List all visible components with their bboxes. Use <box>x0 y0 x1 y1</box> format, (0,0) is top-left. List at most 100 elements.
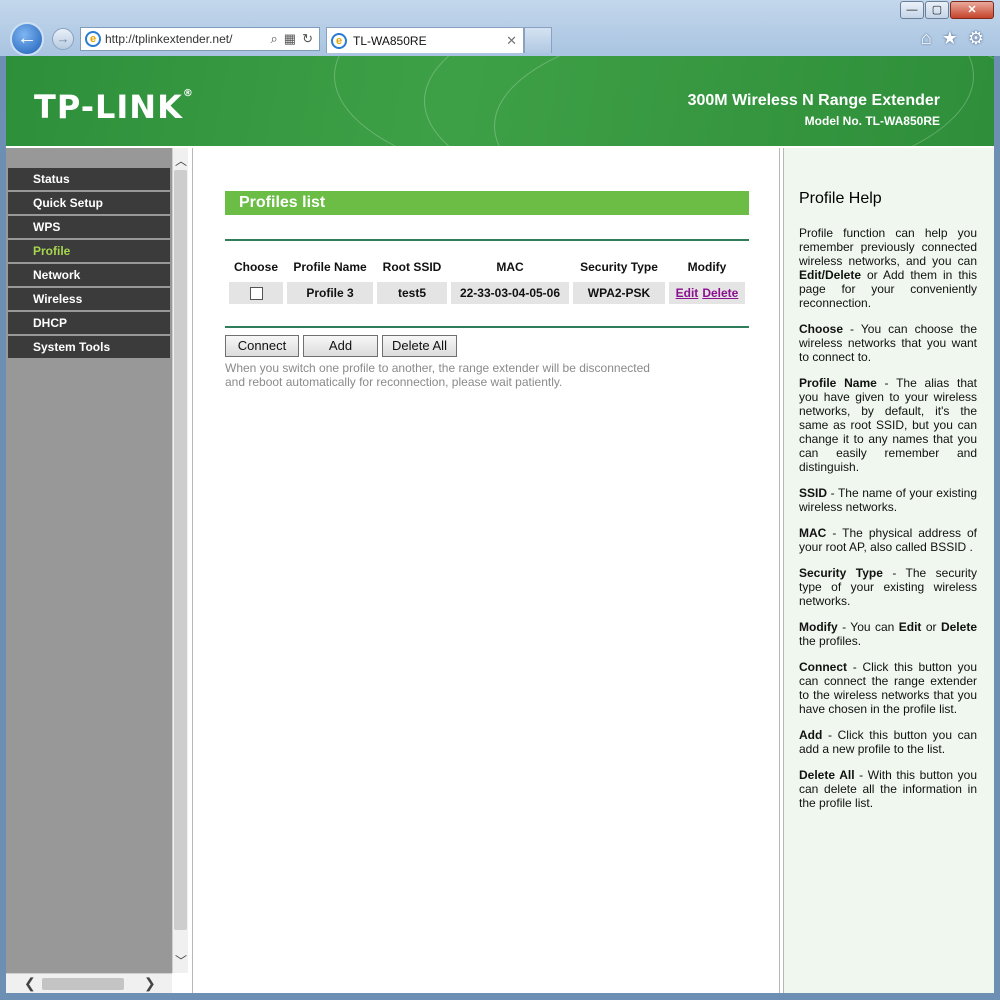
model-number: Model No. TL-WA850RE <box>804 114 940 128</box>
logo-text: TP-LINK <box>34 88 183 126</box>
choose-checkbox[interactable] <box>249 287 263 301</box>
help-text: - Click this button you can add a new pr… <box>799 728 977 756</box>
tab-close-icon[interactable]: ✕ <box>506 33 517 49</box>
sidebar-item-wireless[interactable]: Wireless <box>8 288 170 310</box>
table-row: Profile 3 test5 22-33-03-04-05-06 WPA2-P… <box>229 282 745 304</box>
connect-button[interactable]: Connect <box>225 335 299 357</box>
help-entry: Choose - You can choose the wireless net… <box>799 322 977 364</box>
help-entry: Connect - Click this button you can conn… <box>799 660 977 716</box>
help-term: Connect <box>799 660 847 674</box>
column-header: Profile Name <box>293 260 367 274</box>
window-controls: — ▢ ✕ <box>899 1 994 19</box>
help-title: Profile Help <box>799 190 882 207</box>
profiles-table: Choose Profile Name Root SSID MAC Securi… <box>225 252 749 308</box>
window-bottom-border <box>0 993 1000 1000</box>
back-button[interactable]: ← <box>10 22 44 56</box>
gear-icon[interactable]: ⚙ <box>968 28 984 49</box>
sidebar-item-quick-setup[interactable]: Quick Setup <box>8 192 170 214</box>
sidebar-item-system-tools[interactable]: System Tools <box>8 336 170 358</box>
column-header: Choose <box>233 260 278 274</box>
help-term: Profile Name <box>799 376 877 390</box>
delete-link[interactable]: Delete <box>702 286 738 300</box>
router-page: TP-LINK® 300M Wireless N Range Extender … <box>6 56 994 993</box>
sidebar-item-status[interactable]: Status <box>8 168 170 190</box>
new-tab-button[interactable] <box>524 27 552 53</box>
help-text: - The alias that you have given to your … <box>799 376 977 474</box>
help-term: MAC <box>799 526 827 540</box>
browser-tab[interactable]: e TL-WA850RE ✕ <box>326 27 524 53</box>
column-header: Root SSID <box>382 260 442 274</box>
chevron-right-icon[interactable]: ❯ <box>144 975 156 992</box>
favorites-star-icon[interactable]: ★ <box>942 28 958 49</box>
column-header: Modify <box>687 260 727 274</box>
arrow-right-icon: → <box>56 31 70 46</box>
help-panel: Profile Help Profile function can help y… <box>783 148 994 993</box>
ie-tab-icon: e <box>331 32 347 49</box>
column-header: Security Type <box>580 260 658 274</box>
sidebar-item-dhcp[interactable]: DHCP <box>8 312 170 334</box>
refresh-icon[interactable]: ↻ <box>302 31 313 47</box>
sidebar: Status Quick Setup WPS Profile Network W… <box>6 148 172 993</box>
maximize-button[interactable]: ▢ <box>925 1 949 19</box>
scrollbar-thumb[interactable] <box>42 978 124 990</box>
add-button[interactable]: Add <box>303 335 378 357</box>
help-bold: Edit <box>898 620 922 634</box>
minimize-button[interactable]: — <box>900 1 924 19</box>
chevron-left-icon[interactable]: ❮ <box>24 975 36 992</box>
divider <box>225 239 749 241</box>
action-buttons: Connect Add Delete All <box>225 335 457 357</box>
help-text: - The physical address of your root AP, … <box>799 526 977 554</box>
sidebar-vertical-scrollbar[interactable]: ︿ ﹀ <box>172 148 188 973</box>
forward-button[interactable]: → <box>52 28 74 50</box>
sidebar-item-network[interactable]: Network <box>8 264 170 286</box>
sidebar-horizontal-scrollbar[interactable]: ❮ ❯ <box>6 973 172 993</box>
help-text: the profiles. <box>799 634 862 648</box>
choose-cell <box>229 282 283 304</box>
help-intro: Profile function can help you remember p… <box>799 226 977 310</box>
tp-link-logo: TP-LINK® <box>34 88 194 126</box>
scrollbar-thumb[interactable] <box>174 170 187 930</box>
tab-title: TL-WA850RE <box>353 33 427 48</box>
help-entry: Delete All - With this button you can de… <box>799 768 977 810</box>
main-content: Profiles list Choose Profile Name Root S… <box>192 148 780 993</box>
divider <box>225 326 749 328</box>
browser-chrome: — ▢ ✕ ← → e http://tplinkextender.net/ ⌕… <box>0 0 1000 56</box>
help-entry: SSID - The name of your existing wireles… <box>799 486 977 514</box>
help-term: Choose <box>799 322 844 336</box>
help-intro-text: Profile function can help you remember p… <box>799 226 977 268</box>
help-term: Security Type <box>799 566 883 580</box>
chevron-down-icon[interactable]: ﹀ <box>175 952 187 969</box>
sidebar-item-wps[interactable]: WPS <box>8 216 170 238</box>
ie-page-icon: e <box>85 31 101 47</box>
arrow-left-icon: ← <box>17 27 37 49</box>
compat-view-icon[interactable]: ▦ <box>284 31 296 47</box>
modify-cell: Edit Delete <box>669 282 745 304</box>
chevron-up-icon[interactable]: ︿ <box>175 152 187 169</box>
help-term: Modify <box>799 620 838 634</box>
root-ssid-cell: test5 <box>377 282 447 304</box>
address-bar[interactable]: e http://tplinkextender.net/ ⌕ ▦ ↻ <box>80 27 320 51</box>
help-term: Delete All <box>799 768 855 782</box>
help-entry: MAC - The physical address of your root … <box>799 526 977 554</box>
help-intro-bold: Edit/Delete <box>799 268 862 282</box>
edit-link[interactable]: Edit <box>676 286 699 300</box>
product-name: 300M Wireless N Range Extender <box>687 92 940 109</box>
help-term: Add <box>799 728 823 742</box>
delete-all-button[interactable]: Delete All <box>382 335 457 357</box>
table-header-row: Choose Profile Name Root SSID MAC Securi… <box>229 256 745 278</box>
close-window-button[interactable]: ✕ <box>950 1 994 19</box>
search-icon[interactable]: ⌕ <box>271 31 278 47</box>
home-icon[interactable]: ⌂ <box>921 28 932 49</box>
header-banner: TP-LINK® 300M Wireless N Range Extender … <box>6 56 994 146</box>
help-bold: Delete <box>940 620 977 634</box>
address-url[interactable]: http://tplinkextender.net/ <box>105 32 271 46</box>
sidebar-item-profile[interactable]: Profile <box>8 240 170 262</box>
help-entry: Modify - You can Edit or Delete the prof… <box>799 620 977 648</box>
help-text: - You can <box>837 620 899 634</box>
reconnect-note: When you switch one profile to another, … <box>225 361 650 389</box>
help-entry: Security Type - The security type of you… <box>799 566 977 608</box>
security-type-cell: WPA2-PSK <box>573 282 665 304</box>
help-text: or <box>921 620 941 634</box>
sidebar-menu: Status Quick Setup WPS Profile Network W… <box>8 168 170 360</box>
help-term: SSID <box>799 486 828 500</box>
